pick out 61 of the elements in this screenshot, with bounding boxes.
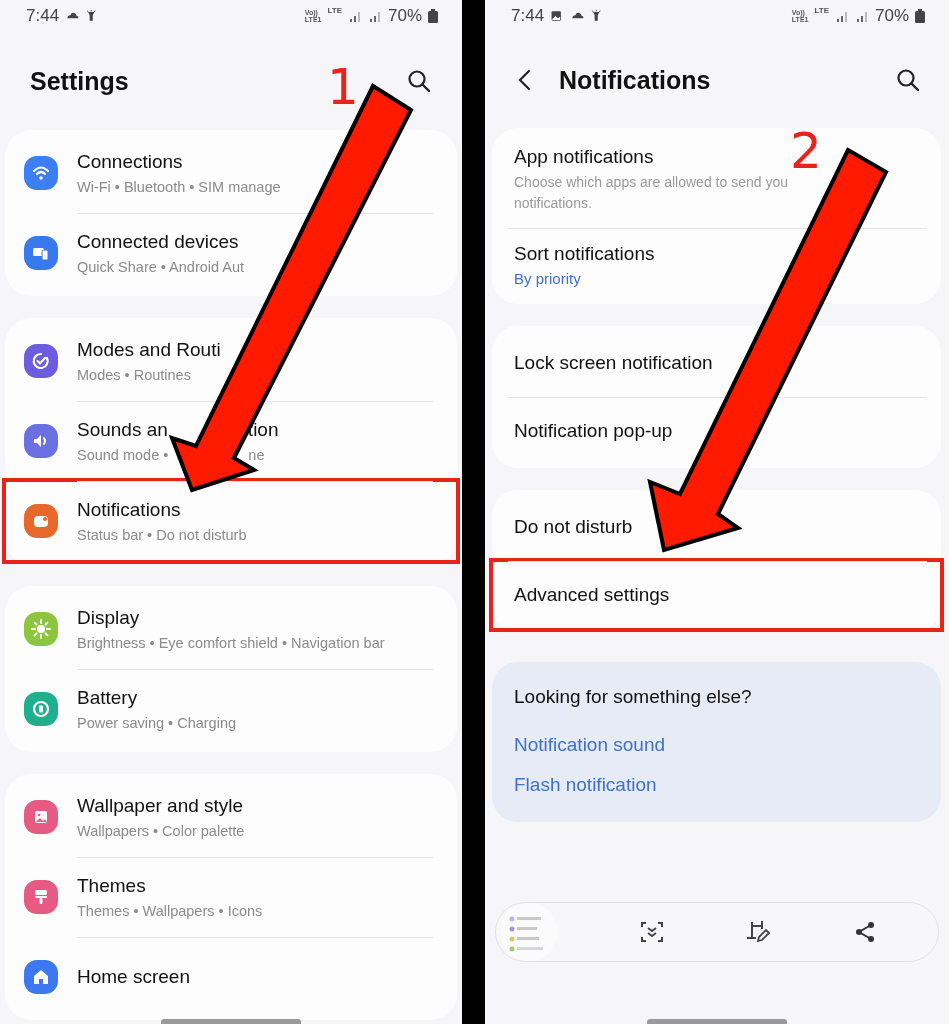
- item-title: Notification pop-up: [514, 419, 673, 443]
- suggestions-heading: Looking for something else?: [514, 686, 753, 708]
- item-title: Lock screen notification: [514, 351, 713, 375]
- search-button[interactable]: [406, 68, 432, 94]
- item-title: Notifications: [77, 497, 181, 522]
- settings-item[interactable]: Connected devices Quick Share • Android Aut: [5, 213, 457, 293]
- settings-item[interactable]: Advanced settings: [492, 561, 941, 629]
- status-time: 7:44: [511, 6, 545, 26]
- item-title: Display: [77, 605, 140, 630]
- settings-item[interactable]: Wallpaper and style Wallpapers • Color palette: [5, 777, 457, 857]
- item-title: Connected devices: [77, 229, 239, 254]
- signal-icon: [347, 9, 362, 23]
- signal-icon: [854, 9, 869, 23]
- item-value: By priority: [514, 270, 581, 287]
- battery-percent: 70%: [387, 6, 422, 26]
- signal-icon: [834, 9, 849, 23]
- status-time: 7:44: [26, 6, 60, 26]
- step-number: 2: [790, 126, 822, 176]
- item-title: Sort notifications: [514, 242, 655, 266]
- item-subtitle: Sound mode •: [77, 445, 169, 465]
- item-subtitle: Modes • Routines: [77, 365, 191, 385]
- suggestion-link[interactable]: Flash notification: [514, 774, 657, 796]
- item-subtitle: Quick Share • Android Aut: [77, 257, 245, 277]
- signal-icon: [367, 9, 382, 23]
- step-number: 1: [327, 62, 359, 112]
- item-subtitle: Themes • Wallpapers • Icons: [77, 901, 263, 921]
- item-title: Modes and Routi: [77, 337, 221, 362]
- network-label: LTE: [814, 6, 829, 15]
- scroll-capture-icon[interactable]: [638, 919, 665, 945]
- settings-item[interactable]: Themes Themes • Wallpapers • Icons: [5, 857, 457, 937]
- settings-item[interactable]: Display Brightness • Eye comfort shield • Navigation bar: [5, 589, 457, 669]
- item-subtitle: Status bar • Do not disturb: [77, 525, 247, 545]
- item-subtitle: Wi-Fi • Bluetooth • SIM manage: [77, 177, 281, 197]
- settings-item[interactable]: Battery Power saving • Charging: [5, 669, 457, 749]
- battery-icon: [915, 9, 925, 23]
- item-subtitle: ne: [248, 445, 265, 465]
- settings-item[interactable]: Notifications Status bar • Do not disturb: [5, 481, 457, 561]
- item-subtitle: Wallpapers • Color palette: [77, 821, 245, 841]
- page-title: Settings: [30, 66, 129, 96]
- item-title: Advanced settings: [514, 583, 670, 607]
- battery-icon: [428, 9, 438, 23]
- crop-edit-icon[interactable]: [745, 919, 772, 945]
- suggestion-link[interactable]: Notification sound: [514, 734, 666, 756]
- settings-item[interactable]: Modes and Routi Modes • Routines: [5, 321, 457, 401]
- item-description: Choose which apps are allowed to send you notifications.: [514, 173, 789, 213]
- item-title: Do not disturb: [514, 515, 633, 539]
- settings-item[interactable]: Connections Wi-Fi • Bluetooth • SIM manage: [5, 133, 457, 213]
- item-title: Wallpaper and style: [77, 793, 244, 818]
- item-title: App notifications: [514, 145, 654, 169]
- item-title: Themes: [77, 873, 146, 898]
- item-title: Battery: [77, 685, 138, 710]
- network-label: LTE: [327, 6, 342, 15]
- settings-item[interactable]: Home screen: [5, 937, 457, 1017]
- item-title: Home screen: [77, 965, 190, 989]
- item-subtitle: Brightness • Eye comfort shield • Navigation bar: [77, 633, 385, 653]
- item-title: Connections: [77, 149, 183, 174]
- item-subtitle: Power saving • Charging: [77, 713, 237, 733]
- item-title: Sounds an: [77, 417, 168, 442]
- search-button[interactable]: [895, 67, 921, 93]
- page-title: Notifications: [559, 65, 711, 95]
- battery-percent: 70%: [874, 6, 909, 26]
